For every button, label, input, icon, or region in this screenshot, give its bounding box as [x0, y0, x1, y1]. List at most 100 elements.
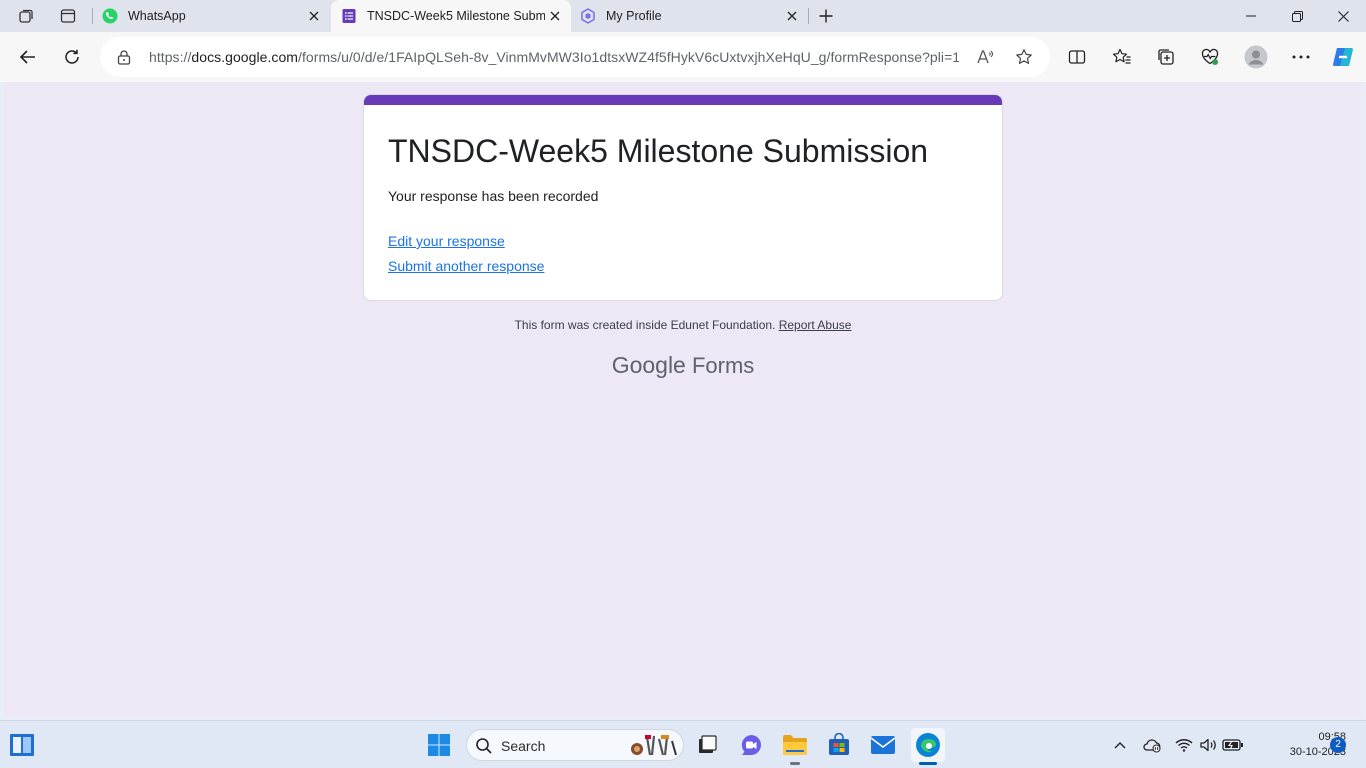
show-hidden-icons-button[interactable] — [1111, 733, 1129, 757]
close-icon — [787, 11, 797, 21]
edit-response-link[interactable]: Edit your response — [388, 233, 505, 249]
search-icon — [475, 737, 493, 760]
onedrive-tray-button[interactable] — [1141, 733, 1163, 757]
mail-button[interactable] — [866, 728, 900, 762]
back-arrow-icon — [19, 50, 35, 64]
split-screen-icon — [1068, 50, 1086, 64]
widgets-icon — [10, 734, 34, 756]
google-forms-logo[interactable]: Google Forms — [4, 352, 1362, 379]
tab-google-form[interactable]: TNSDC-Week5 Milestone Submiss — [331, 0, 571, 32]
edunet-icon — [580, 8, 596, 24]
close-window-button[interactable] — [1320, 0, 1366, 32]
notification-badge[interactable]: 2 — [1330, 737, 1346, 753]
read-aloud-icon[interactable] — [974, 46, 996, 68]
heart-pulse-icon — [1201, 48, 1219, 65]
report-abuse-link[interactable]: Report Abuse — [779, 318, 852, 332]
workspaces-button[interactable] — [13, 4, 39, 28]
submit-another-response-link[interactable]: Submit another response — [388, 258, 544, 274]
taskbar-search[interactable]: Search — [466, 729, 684, 761]
active-indicator — [919, 762, 937, 765]
tab-whatsapp[interactable]: WhatsApp — [94, 0, 330, 32]
form-title: TNSDC-Week5 Milestone Submission — [388, 133, 929, 169]
browser-toolbar: https://docs.google.com/forms/u/0/d/e/1F… — [0, 32, 1366, 82]
back-button[interactable] — [13, 42, 43, 72]
task-view-button[interactable] — [690, 728, 724, 762]
wifi-tray-button[interactable] — [1173, 733, 1195, 757]
page-content: TNSDC-Week5 Milestone Submission Your re… — [4, 82, 1362, 716]
battery-charging-icon — [1222, 739, 1243, 751]
running-indicator — [790, 762, 800, 765]
favorite-star-icon[interactable] — [1013, 46, 1035, 68]
logo-forms-text: Forms — [691, 353, 755, 378]
tab-label: TNSDC-Week5 Milestone Submiss — [367, 9, 545, 23]
response-recorded-message: Your response has been recorded — [388, 188, 599, 204]
close-tab-button[interactable] — [545, 6, 565, 26]
url-path: /forms/u/0/d/e/1FAIpQLSeh-8v_VinmMvMW3Io… — [298, 49, 959, 65]
url-scheme: https:// — [149, 49, 192, 65]
task-view-icon — [699, 735, 717, 753]
close-tab-button[interactable] — [304, 6, 324, 26]
file-explorer-button[interactable] — [778, 728, 812, 765]
workspaces-icon — [19, 9, 33, 23]
tab-separator — [92, 8, 93, 24]
search-label: Search — [501, 738, 546, 754]
close-tab-button[interactable] — [782, 6, 802, 26]
close-icon — [1337, 10, 1349, 22]
form-response-card: TNSDC-Week5 Milestone Submission Your re… — [363, 94, 1003, 301]
address-bar[interactable]: https://docs.google.com/forms/u/0/d/e/1F… — [100, 37, 1050, 77]
minimize-button[interactable] — [1228, 0, 1274, 32]
wifi-icon — [1175, 739, 1193, 752]
widgets-button[interactable] — [5, 728, 39, 762]
folder-icon — [783, 735, 807, 755]
whatsapp-icon — [102, 8, 118, 24]
copilot-button[interactable] — [1328, 42, 1358, 72]
refresh-icon — [65, 49, 79, 64]
more-dots-icon — [1292, 55, 1310, 59]
collections-icon — [1158, 49, 1174, 65]
form-creator-note: This form was created inside Edunet Foun… — [514, 318, 776, 332]
split-screen-button[interactable] — [1062, 42, 1092, 72]
edge-browser-button[interactable] — [911, 728, 945, 765]
browser-essentials-button[interactable] — [1195, 42, 1225, 72]
windows-logo-icon — [428, 734, 450, 756]
search-highlight-tools-icon — [627, 733, 679, 759]
collections-button[interactable] — [1151, 42, 1181, 72]
copilot-icon — [1333, 48, 1353, 66]
plus-icon — [819, 9, 833, 23]
new-tab-button[interactable] — [813, 4, 839, 28]
start-button[interactable] — [422, 728, 456, 762]
restore-icon — [1291, 10, 1303, 22]
tab-strip: WhatsApp TNSDC-Week5 Milestone Submiss M… — [0, 0, 1366, 32]
close-icon — [550, 11, 560, 21]
tab-label: My Profile — [606, 9, 662, 23]
battery-tray-button[interactable] — [1221, 733, 1245, 757]
logo-google-text: Google — [611, 352, 686, 378]
cloud-sync-icon — [1143, 739, 1161, 753]
profile-button[interactable] — [1241, 42, 1271, 72]
close-icon — [309, 11, 319, 21]
vertical-tabs-icon — [60, 9, 76, 23]
speaker-icon — [1200, 738, 1216, 752]
google-forms-icon — [341, 8, 357, 24]
minimize-icon — [1246, 15, 1256, 17]
mail-icon — [870, 736, 896, 754]
form-footer-note: This form was created inside Edunet Foun… — [4, 318, 1362, 332]
teams-chat-button[interactable] — [734, 728, 768, 762]
tab-label: WhatsApp — [128, 9, 186, 23]
favorites-button[interactable] — [1107, 42, 1137, 72]
url-text[interactable]: https://docs.google.com/forms/u/0/d/e/1F… — [149, 49, 959, 65]
lock-icon[interactable] — [117, 49, 131, 70]
store-bag-icon — [829, 733, 849, 755]
url-host: docs.google.com — [191, 49, 299, 65]
settings-more-button[interactable] — [1286, 42, 1316, 72]
tab-separator — [808, 8, 809, 24]
edge-icon — [916, 733, 940, 757]
refresh-button[interactable] — [57, 42, 87, 72]
restore-button[interactable] — [1274, 0, 1320, 32]
favorites-list-icon — [1112, 48, 1131, 64]
microsoft-store-button[interactable] — [822, 728, 856, 762]
volume-tray-button[interactable] — [1198, 733, 1220, 757]
avatar-icon — [1244, 45, 1268, 69]
tab-my-profile[interactable]: My Profile — [572, 0, 808, 32]
tab-actions-button[interactable] — [55, 4, 81, 28]
